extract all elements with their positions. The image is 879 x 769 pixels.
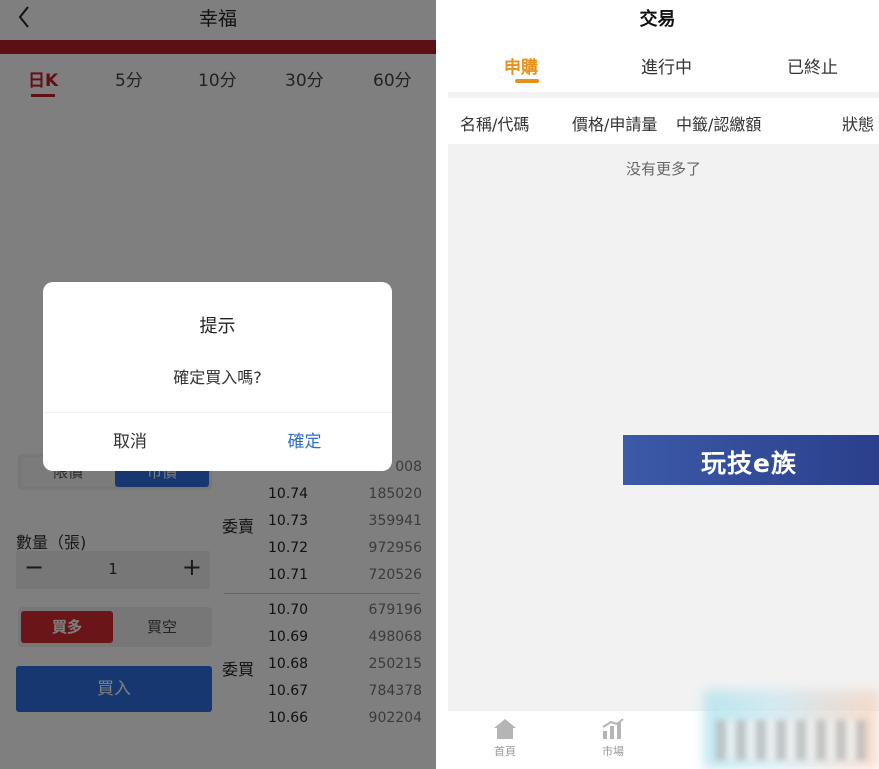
trade-screen: 幸福 日K 5分 10分 30分 60分 限價 市價 數量（張) − 1 + 買… (0, 0, 436, 769)
tab-in-progress[interactable]: 進行中 (641, 53, 692, 78)
column-status: 狀態 (842, 115, 875, 134)
column-price-quantity: 價格/申請量 (572, 115, 658, 134)
cancel-button[interactable]: 取消 (43, 413, 217, 471)
watermark-logo: 玩技e族 (623, 435, 879, 485)
dialog-message: 確定買入嗎? (173, 368, 262, 387)
market-chart-icon (602, 718, 624, 739)
active-tab-indicator (515, 79, 539, 83)
confirm-button[interactable]: 確定 (217, 413, 392, 471)
page-title: 交易 (639, 9, 676, 30)
tabbar-item-market[interactable]: 市場 (578, 717, 648, 759)
column-name-code: 名稱/代碼 (460, 115, 530, 134)
status-tabs: 申購 進行中 已終止 (436, 42, 879, 92)
list-area[interactable]: 没有更多了 (448, 144, 879, 710)
tabbar-label: 首頁 (494, 745, 516, 758)
watermark-text: 玩技e族 (701, 449, 797, 478)
table-header: 名稱/代碼 價格/申請量 中籤/認繳額 狀態 (448, 98, 879, 144)
column-allotment-amount: 中籤/認繳額 (676, 115, 762, 134)
tabbar-label: 市場 (602, 745, 624, 758)
tabbar-item-home[interactable]: 首頁 (470, 717, 540, 759)
home-icon (494, 719, 516, 739)
tab-subscribe[interactable]: 申購 (504, 53, 538, 78)
confirm-dialog: 提示 確定買入嗎? 取消 確定 (43, 282, 392, 471)
header: 交易 (436, 0, 879, 42)
obscured-region (716, 720, 866, 760)
dialog-title: 提示 (199, 316, 236, 337)
empty-list-text: 没有更多了 (625, 160, 701, 178)
subscription-screen: 交易 申購 進行中 已終止 名稱/代碼 價格/申請量 中籤/認繳額 狀態 没有更… (436, 0, 879, 769)
tab-terminated[interactable]: 已終止 (787, 53, 838, 78)
